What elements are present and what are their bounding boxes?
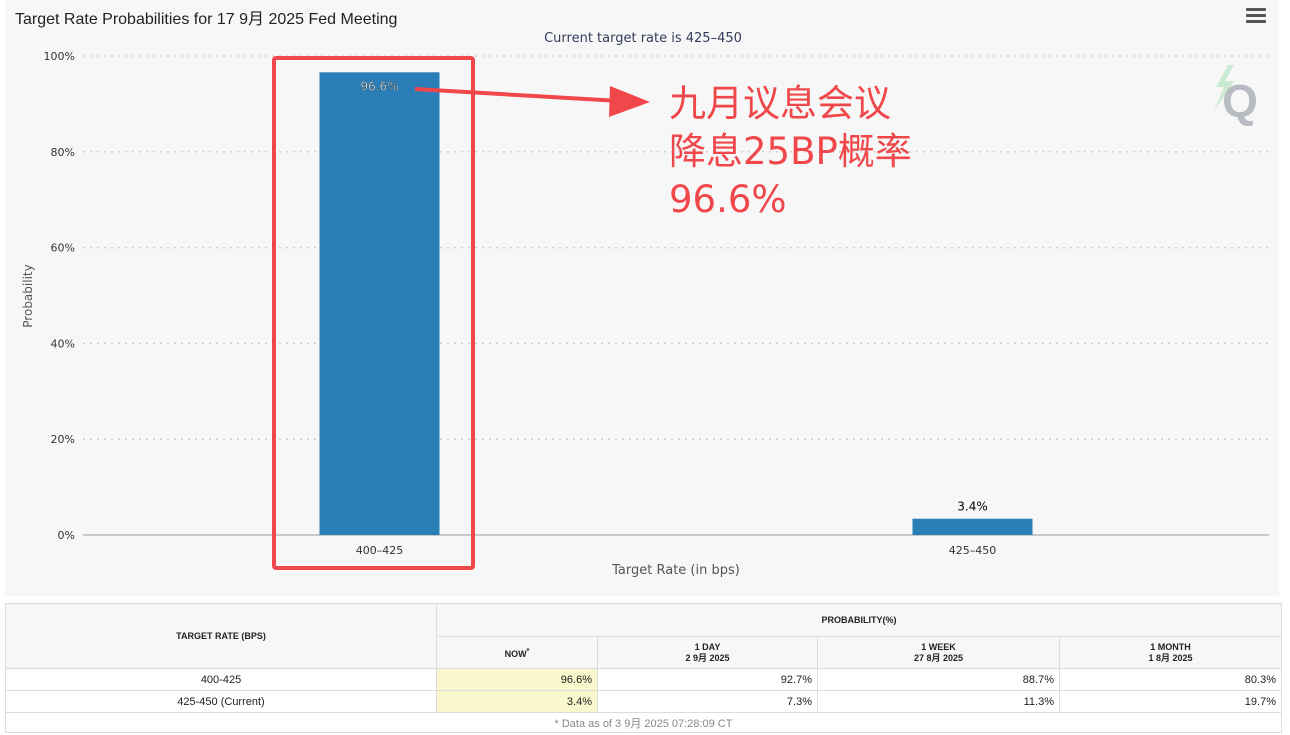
table-footnote: * Data as of 3 9月 2025 07:28:09 CT: [5, 712, 1282, 733]
bar-chart: 0% 20% 40% 60% 80% 100% 400–425 425–450 96.6% 3.…: [21, 31, 1269, 578]
data-label: 3.4%: [957, 500, 988, 514]
annotation-line-3: 96.6%: [669, 178, 787, 221]
chart-panel: Target Rate Probabilities for 17 9月 2025…: [5, 0, 1279, 596]
annotation-arrow: [414, 86, 650, 117]
row-1week: 11.3%: [817, 690, 1060, 713]
row-1month: 80.3%: [1059, 668, 1282, 691]
header-now-mark: *: [526, 647, 530, 655]
header-1day-date: 2 9月 2025: [685, 652, 730, 663]
row-1week: 88.7%: [817, 668, 1060, 691]
probability-table: TARGET RATE (BPS) PROBABILITY(%) NOW* 1 …: [5, 603, 1282, 733]
svg-text:Q: Q: [1222, 75, 1258, 127]
header-1month-date: 1 8月 2025: [1148, 652, 1193, 663]
row-1month: 19.7%: [1059, 690, 1282, 713]
chart-subtitle: Current target rate is 425–450: [544, 31, 742, 46]
q-logo-icon: Q: [1214, 65, 1258, 127]
header-1day-label: 1 DAY: [694, 641, 721, 652]
y-axis-title: Probability: [21, 264, 35, 327]
y-tick-label: 0%: [58, 529, 75, 542]
row-rate: 425-450 (Current): [5, 690, 437, 713]
header-1week: 1 WEEK 27 8月 2025: [817, 636, 1060, 669]
row-now: 3.4%: [436, 690, 598, 713]
bar[interactable]: [912, 518, 1033, 535]
header-probability: PROBABILITY(%): [436, 603, 1282, 637]
header-1week-date: 27 8月 2025: [913, 652, 964, 663]
row-1day: 92.7%: [597, 668, 818, 691]
y-tick-label: 100%: [44, 50, 75, 63]
header-now-label: NOW: [504, 648, 527, 659]
table-row: 425-450 (Current) 3.4% 7.3% 11.3% 19.7%: [5, 690, 1282, 713]
x-tick-label: 425–450: [949, 544, 997, 557]
header-1month: 1 MONTH 1 8月 2025: [1059, 636, 1282, 669]
y-tick-label: 60%: [51, 242, 75, 255]
x-tick-label: 400–425: [356, 544, 404, 557]
header-1day: 1 DAY 2 9月 2025: [597, 636, 818, 669]
table-row: 400-425 96.6% 92.7% 88.7% 80.3%: [5, 668, 1282, 691]
row-now: 96.6%: [436, 668, 598, 691]
y-tick-label: 80%: [51, 146, 75, 159]
y-tick-label: 40%: [51, 337, 75, 350]
y-tick-label: 20%: [51, 433, 75, 446]
row-1day: 7.3%: [597, 690, 818, 713]
data-label: 96.6%: [360, 79, 398, 93]
row-rate: 400-425: [5, 668, 437, 691]
bar[interactable]: [319, 72, 440, 535]
header-1week-label: 1 WEEK: [921, 641, 956, 652]
x-axis-title: Target Rate (in bps): [611, 563, 740, 578]
annotation-line-1: 九月议息会议: [669, 82, 891, 125]
annotation-line-2: 降息25BP概率: [669, 130, 912, 173]
header-target-rate: TARGET RATE (BPS): [5, 603, 437, 669]
header-now: NOW*: [436, 636, 598, 669]
header-1month-label: 1 MONTH: [1150, 641, 1191, 652]
